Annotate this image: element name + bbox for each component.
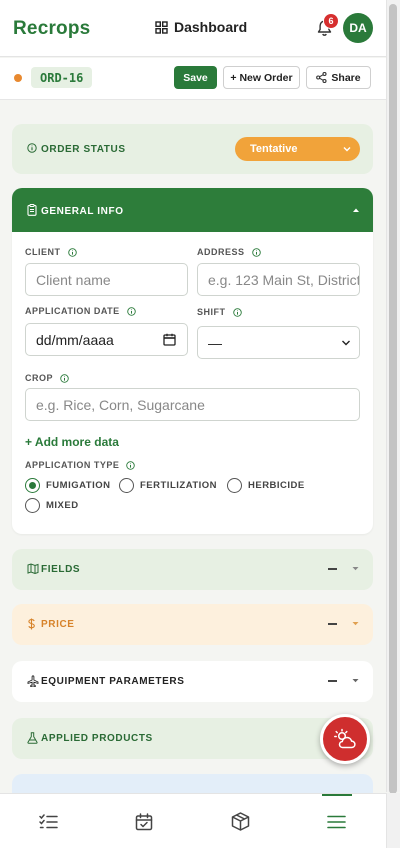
shift-select[interactable]: — — [197, 326, 360, 359]
chevron-down-icon — [341, 339, 351, 347]
caret-down-icon[interactable] — [352, 621, 359, 626]
calendar-check-icon — [135, 812, 153, 831]
price-title: PRICE — [41, 619, 75, 630]
nav-item-products[interactable] — [192, 794, 288, 848]
menu-icon — [326, 815, 346, 829]
brand-logo[interactable]: Recrops — [13, 18, 90, 40]
top-bar: Recrops Dashboard 6 DA — [0, 0, 386, 57]
checklist-icon — [38, 813, 58, 830]
bottom-navigation — [0, 793, 386, 848]
order-id-badge: ORD-16 — [31, 67, 93, 88]
shift-value: — — [208, 334, 222, 351]
application-date-input[interactable]: dd/mm/aaaa — [25, 323, 188, 356]
info-icon — [27, 143, 37, 153]
share-button[interactable]: Share — [306, 66, 371, 89]
box-icon — [231, 812, 250, 831]
map-icon — [27, 563, 39, 574]
general-info-section: GENERAL INFO CLIENT Client name ADDRESS … — [12, 188, 373, 534]
equipment-parameters-section[interactable]: EQUIPMENT PARAMETERS — [12, 661, 373, 702]
cloud-sun-icon — [333, 728, 357, 750]
grid-icon — [155, 20, 168, 34]
new-order-button[interactable]: + New Order — [223, 66, 300, 89]
address-input[interactable]: e.g. 123 Main St, District — [197, 263, 360, 296]
save-button[interactable]: Save — [174, 66, 217, 89]
info-icon — [251, 247, 261, 257]
fields-section[interactable]: FIELDS — [12, 549, 373, 590]
order-status-dot — [14, 74, 22, 82]
minus-icon[interactable] — [328, 680, 337, 682]
radio-button[interactable] — [25, 498, 40, 513]
page-scrollbar-thumb[interactable] — [389, 4, 397, 794]
nav-item-calendar[interactable] — [96, 794, 192, 848]
applied-products-title: APPLIED PRODUCTS — [41, 733, 153, 744]
weather-fab-button[interactable] — [320, 714, 370, 764]
add-more-data-link[interactable]: + Add more data — [25, 435, 119, 449]
general-info-title: GENERAL INFO — [41, 206, 124, 217]
crop-input[interactable]: e.g. Rice, Corn, Sugarcane — [25, 388, 360, 421]
applied-products-section[interactable]: APPLIED PRODUCTS — [12, 718, 373, 759]
order-status-select[interactable]: Tentative — [235, 137, 360, 161]
client-input[interactable]: Client name — [25, 263, 188, 296]
application-type-label: APPLICATION TYPE — [25, 460, 136, 470]
equipment-parameters-title: EQUIPMENT PARAMETERS — [41, 676, 185, 687]
info-icon — [60, 373, 69, 383]
dashboard-label: Dashboard — [174, 19, 248, 35]
radio-button[interactable] — [119, 478, 134, 493]
caret-up-icon — [352, 207, 360, 213]
general-info-header[interactable]: GENERAL INFO — [12, 188, 373, 232]
radio-button-selected[interactable] — [25, 478, 40, 493]
dollar-icon — [27, 618, 36, 630]
price-section[interactable]: PRICE — [12, 604, 373, 645]
radio-button[interactable] — [227, 478, 242, 493]
radio-mixed[interactable]: MIXED — [25, 498, 79, 513]
caret-down-icon[interactable] — [352, 678, 359, 683]
crop-label: CROP — [25, 373, 69, 383]
notification-count-badge: 6 — [323, 13, 339, 29]
caret-down-icon[interactable] — [352, 566, 359, 571]
radio-herbicide[interactable]: HERBICIDE — [227, 478, 305, 493]
minus-icon[interactable] — [328, 623, 337, 625]
share-label: Share — [331, 71, 361, 84]
order-bar: ORD-16 Save + New Order Share — [0, 58, 386, 100]
client-label: CLIENT — [25, 247, 77, 257]
info-icon — [67, 247, 77, 257]
info-icon — [126, 460, 136, 470]
clipboard-icon — [27, 204, 37, 216]
info-icon — [126, 306, 136, 316]
order-status-section: ORDER STATUS Tentative — [12, 124, 373, 174]
application-date-value: dd/mm/aaaa — [36, 331, 114, 348]
radio-fumigation[interactable]: FUMIGATION — [25, 478, 110, 493]
address-label: ADDRESS — [197, 247, 261, 257]
user-avatar[interactable]: DA — [343, 13, 373, 43]
order-status-value: Tentative — [250, 143, 298, 155]
info-icon — [232, 307, 242, 317]
shift-label: SHIFT — [197, 307, 242, 317]
bottom-scroll-area — [386, 793, 400, 848]
chevron-down-icon — [342, 144, 352, 154]
nav-active-indicator — [322, 794, 352, 796]
nav-item-tasks[interactable] — [0, 794, 96, 848]
fields-title: FIELDS — [41, 564, 81, 575]
plane-icon — [27, 675, 39, 687]
share-icon — [316, 72, 327, 83]
nav-item-menu[interactable] — [288, 794, 384, 848]
minus-icon[interactable] — [328, 568, 337, 570]
calendar-icon[interactable] — [163, 333, 176, 346]
order-status-title: ORDER STATUS — [41, 144, 126, 155]
flask-icon — [27, 732, 38, 744]
dashboard-link[interactable]: Dashboard — [155, 19, 247, 35]
radio-fertilization[interactable]: FERTILIZATION — [119, 478, 217, 493]
application-date-label: APPLICATION DATE — [25, 306, 136, 316]
